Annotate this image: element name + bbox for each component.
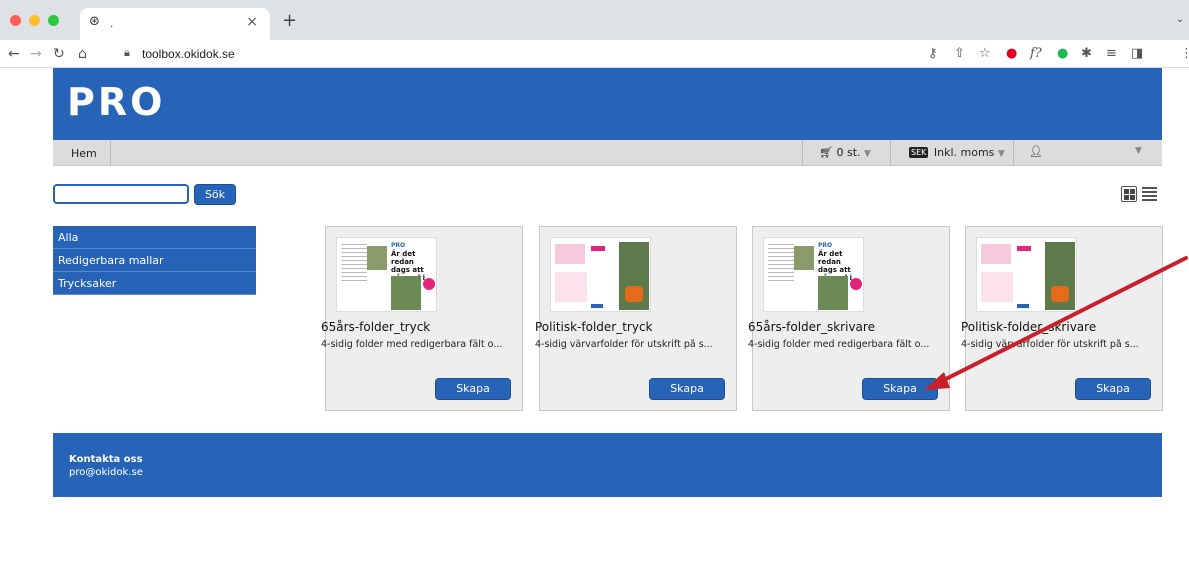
product-card[interactable]: Politisk-folder_skrivare 4-sidig värvarf… (961, 226, 1163, 411)
globe-icon: ⊛ (89, 14, 100, 29)
skapa-button[interactable]: Skapa (1075, 378, 1151, 400)
product-title: 65års-folder_tryck (321, 320, 431, 334)
share-icon[interactable]: ⇧ (954, 46, 965, 62)
skapa-button[interactable]: Skapa (435, 378, 511, 400)
browser-toolbar: ← → ↻ ⌂ 🔒︎ toolbox.okidok.se ⚷ ⇧ ☆ ● f? … (0, 40, 1189, 68)
leaf-extension-icon[interactable]: ● (1057, 46, 1068, 62)
search-input[interactable] (53, 184, 189, 204)
formula-extension-icon[interactable]: f? (1030, 46, 1042, 62)
reading-list-icon[interactable]: ≡ (1106, 46, 1117, 62)
tab-close-icon[interactable]: × (246, 14, 258, 30)
currency-label: Inkl. moms (933, 146, 995, 159)
product-thumbnail[interactable]: PRO Är det redan dags att gå med i PRO? (763, 237, 864, 312)
footer-email-link[interactable]: pro@okidok.se (69, 467, 143, 478)
url-text: toolbox.okidok.se (142, 47, 235, 61)
thumb-pro-logo: PRO (818, 242, 833, 249)
product-thumbnail[interactable]: PRO Är det redan dags att gå med i PRO? (336, 237, 437, 312)
back-icon[interactable]: ← (8, 46, 20, 62)
product-card[interactable]: PRO Är det redan dags att gå med i PRO? … (321, 226, 523, 411)
product-card[interactable]: PRO Är det redan dags att gå med i PRO? … (748, 226, 950, 411)
site-footer: Kontakta oss pro@okidok.se (53, 433, 1162, 497)
search-button[interactable]: Sök (194, 184, 236, 205)
site-header: PRO (53, 68, 1162, 140)
product-description: 4-sidig värvarfolder för utskrift på s..… (535, 339, 713, 350)
list-view-icon[interactable] (1142, 186, 1157, 202)
product-title: Politisk-folder_skrivare (961, 320, 1097, 334)
window-close-icon[interactable] (10, 15, 21, 26)
cart-count: 0 st. (836, 146, 861, 159)
product-title: 65års-folder_skrivare (748, 320, 875, 334)
skapa-button[interactable]: Skapa (862, 378, 938, 400)
sidebar-item-trycksaker[interactable]: Trycksaker (53, 272, 256, 295)
home-icon[interactable]: ⌂ (78, 46, 87, 62)
chevron-down-icon[interactable]: ▼ (1135, 146, 1142, 156)
pinterest-icon[interactable]: ● (1006, 46, 1017, 62)
nav-cart[interactable]: 🛒︎ 0 st. ▼ (802, 140, 890, 166)
key-icon[interactable]: ⚷ (928, 46, 938, 62)
product-description: 4-sidig folder med redigerbara fält o... (748, 339, 930, 350)
cart-icon: 🛒︎ (819, 146, 833, 159)
main-nav: Hem 🛒︎ 0 st. ▼ SEK Inkl. moms ▼ 👤︎ ▼ (53, 140, 1162, 166)
grid-view-icon[interactable] (1121, 186, 1137, 202)
product-thumbnail[interactable] (550, 237, 651, 312)
footer-contact-title: Kontakta oss (69, 454, 143, 465)
tab-search-icon[interactable]: ⌄ (1176, 14, 1184, 25)
chevron-down-icon: ▼ (864, 149, 871, 159)
new-tab-button[interactable]: + (282, 10, 297, 31)
product-thumbnail[interactable] (976, 237, 1077, 312)
tab-title: . (110, 16, 114, 30)
browser-tab-bar: ⊛ . × + ⌄ (0, 0, 1189, 40)
puzzle-icon[interactable]: ✱ (1081, 46, 1092, 62)
product-card[interactable]: Politisk-folder_tryck 4-sidig värvarfold… (535, 226, 737, 411)
nav-home-link[interactable]: Hem (53, 140, 111, 166)
sidebar-panel-icon[interactable]: ◨ (1131, 46, 1143, 62)
skapa-button[interactable]: Skapa (649, 378, 725, 400)
sidebar-item-redigerbara-mallar[interactable]: Redigerbara mallar (53, 249, 256, 272)
sidebar-item-alla[interactable]: Alla (53, 226, 256, 249)
product-title: Politisk-folder_tryck (535, 320, 653, 334)
forward-icon[interactable]: → (30, 46, 42, 62)
user-icon[interactable]: 👤︎ (1029, 145, 1043, 158)
window-maximize-icon[interactable] (48, 15, 59, 26)
window-minimize-icon[interactable] (29, 15, 40, 26)
lock-icon: 🔒︎ (124, 46, 130, 59)
category-sidebar: Alla Redigerbara mallar Trycksaker (53, 226, 256, 295)
thumb-pro-logo: PRO (391, 242, 406, 249)
product-description: 4-sidig värvarfolder för utskrift på s..… (961, 339, 1139, 350)
address-bar[interactable]: 🔒︎ toolbox.okidok.se (118, 43, 1178, 65)
browser-tab[interactable]: ⊛ . × (80, 8, 270, 40)
menu-icon[interactable]: ⋮ (1180, 46, 1189, 62)
star-icon[interactable]: ☆ (979, 46, 991, 62)
reload-icon[interactable]: ↻ (53, 46, 65, 62)
pro-logo[interactable]: PRO (67, 80, 165, 124)
nav-currency[interactable]: SEK Inkl. moms ▼ (890, 140, 1014, 166)
chevron-down-icon: ▼ (997, 149, 1005, 159)
product-description: 4-sidig folder med redigerbara fält o... (321, 339, 503, 350)
currency-badge: SEK (909, 147, 929, 158)
